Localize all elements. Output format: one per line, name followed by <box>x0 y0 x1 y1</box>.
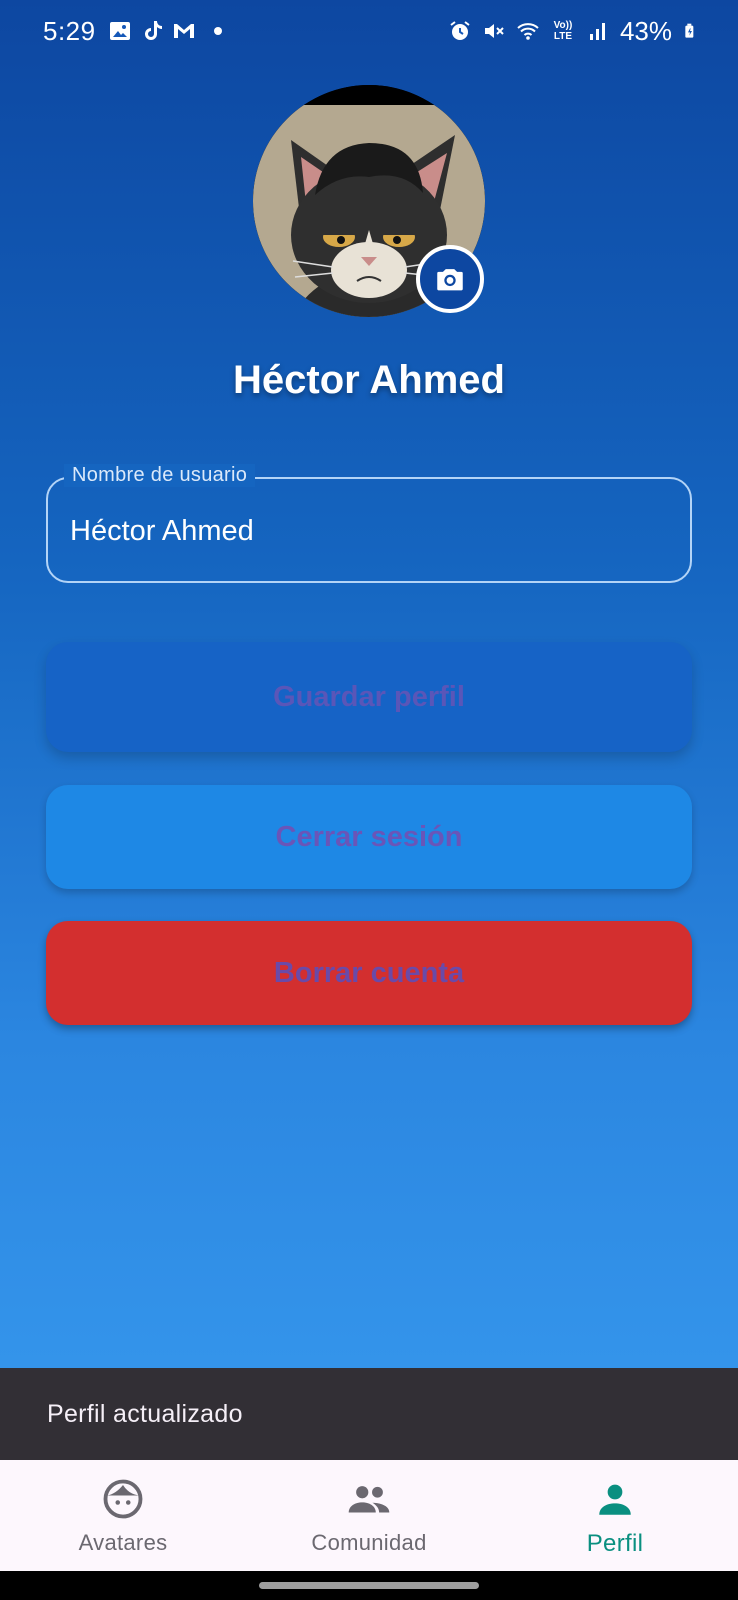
nav-label-avatares: Avatares <box>78 1530 168 1555</box>
logout-button[interactable]: Cerrar sesión <box>46 785 692 889</box>
camera-icon <box>437 269 463 291</box>
username-input[interactable] <box>70 509 670 553</box>
status-right-icons: Vo)) LTE 43% <box>448 16 698 47</box>
home-gesture-handle[interactable] <box>259 1582 479 1589</box>
person-icon <box>599 1484 631 1515</box>
signal-icon <box>589 23 605 40</box>
gesture-bar <box>0 1571 738 1600</box>
nav-label-perfil: Perfil <box>586 1530 644 1557</box>
status-bar: 5:29 Vo)) LTE 43% <box>0 0 738 62</box>
nav-item-comunidad[interactable]: Comunidad <box>246 1460 492 1571</box>
gallery-icon <box>109 22 130 40</box>
people-icon <box>348 1486 390 1513</box>
snackbar-message: Perfil actualizado <box>47 1399 243 1428</box>
nav-label-comunidad: Comunidad <box>311 1530 427 1555</box>
face-icon <box>103 1479 143 1519</box>
battery-percent: 43% <box>619 15 672 46</box>
profile-screen: 5:29 Vo)) LTE 43% Héctor Ahmed Nombre de… <box>0 0 738 1600</box>
delete-account-button[interactable]: Borrar cuenta <box>46 921 692 1025</box>
save-profile-button[interactable]: Guardar perfil <box>46 642 692 752</box>
battery-icon <box>685 23 694 38</box>
change-photo-button[interactable] <box>416 245 484 313</box>
status-left-icons <box>108 19 222 43</box>
volte-icon: Vo)) LTE <box>553 20 573 42</box>
avatar-container <box>253 85 485 317</box>
snackbar: Perfil actualizado <box>0 1368 738 1460</box>
nav-item-avatares[interactable]: Avatares <box>0 1460 246 1571</box>
tiktok-icon <box>144 21 162 40</box>
gmail-icon <box>173 24 194 38</box>
mute-icon <box>484 24 504 38</box>
username-field-label: Nombre de usuario <box>64 464 256 487</box>
profile-name: Héctor Ahmed <box>233 358 505 402</box>
username-field[interactable]: Nombre de usuario <box>46 464 692 583</box>
bottom-navigation: Avatares Comunidad Perfil <box>0 1460 738 1571</box>
notification-dot <box>213 27 222 35</box>
alarm-icon <box>450 21 470 40</box>
status-time: 5:29 <box>43 15 96 46</box>
nav-item-perfil[interactable]: Perfil <box>492 1460 738 1571</box>
wifi-icon <box>517 23 539 40</box>
